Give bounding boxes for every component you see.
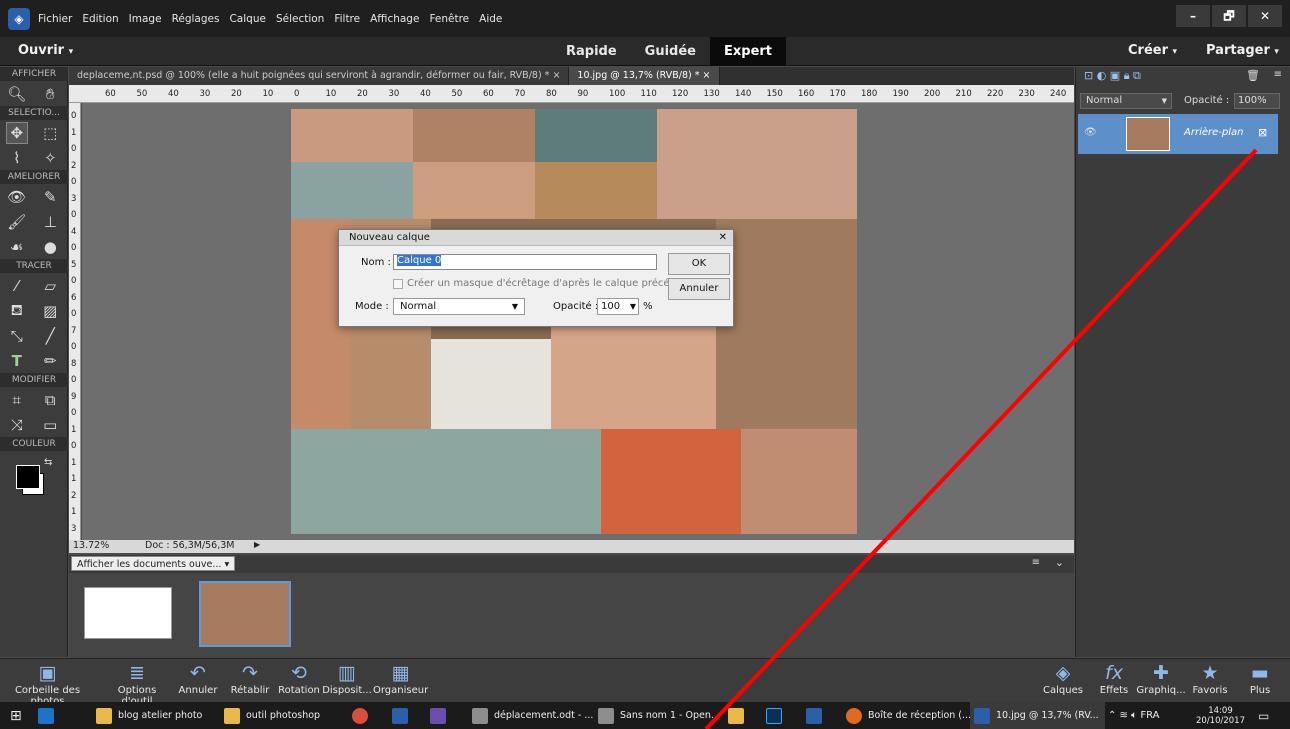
annotation-arrow-line [704,148,1258,729]
